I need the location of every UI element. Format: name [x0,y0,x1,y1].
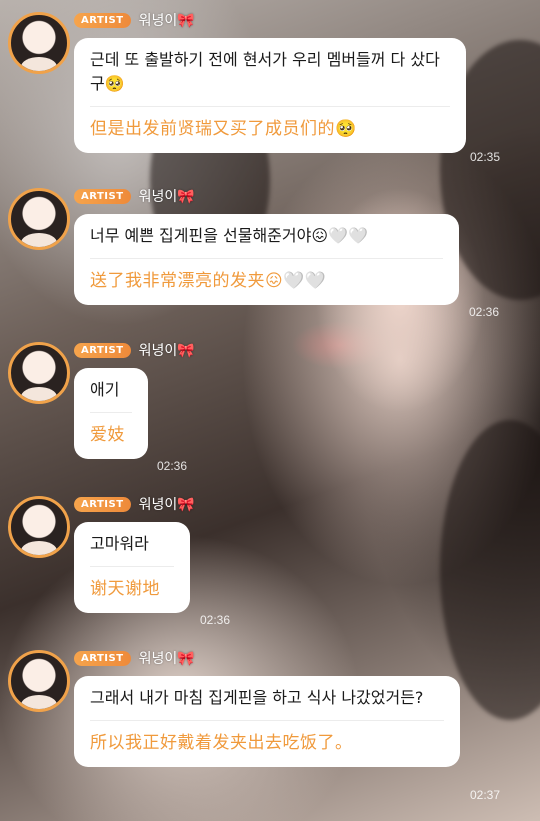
sender-line: ARTIST 워녕이🎀 [74,494,195,514]
sender-line: ARTIST 워녕이🎀 [74,340,195,360]
sender-line: ARTIST 워녕이🎀 [74,186,195,206]
sender-name[interactable]: 워녕이🎀 [139,340,195,360]
timestamp: 02:36 [200,613,231,627]
avatar[interactable] [8,496,70,558]
artist-badge: ARTIST [74,12,131,28]
sender-name[interactable]: 워녕이🎀 [139,494,195,514]
timestamp: 02:37 [470,788,501,802]
artist-badge: ARTIST [74,496,131,512]
message-text-translation: 谢天谢地 [90,579,160,599]
message-bubble[interactable]: 고마워라 谢天谢地 [74,522,190,613]
sender-name[interactable]: 워녕이🎀 [139,186,195,206]
sender-line: ARTIST 워녕이🎀 [74,648,195,668]
message-text-korean: 근데 또 출발하기 전에 현서가 우리 멤버들꺼 다 샀다구🥺 [90,50,440,93]
message-text-translation: 送了我非常漂亮的发夹😖🤍🤍 [90,271,327,291]
avatar[interactable] [8,342,70,404]
timestamp: 02:35 [470,150,501,164]
message-text-korean: 그래서 내가 마침 집게핀을 하고 식사 나갔었거든? [90,688,424,707]
artist-badge: ARTIST [74,650,131,666]
message-text-translation: 但是出发前贤瑞又买了成员们的🥺 [90,119,357,139]
message-text-korean: 너무 예쁜 집게핀을 선물해준거야😖🤍🤍 [90,226,368,245]
artist-badge: ARTIST [74,342,131,358]
avatar[interactable] [8,12,70,74]
message-text-translation: 所以我正好戴着发夹出去吃饭了。 [90,733,353,753]
message-bubble[interactable]: 그래서 내가 마침 집게핀을 하고 식사 나갔었거든? 所以我正好戴着发夹出去吃… [74,676,460,767]
sender-name[interactable]: 워녕이🎀 [139,648,195,668]
message-text-korean: 애기 [90,380,120,399]
artist-badge: ARTIST [74,188,131,204]
sender-name[interactable]: 워녕이🎀 [139,10,195,30]
timestamp: 02:36 [157,459,188,473]
sender-line: ARTIST 워녕이🎀 [74,10,195,30]
message-bubble[interactable]: 근데 또 출발하기 전에 현서가 우리 멤버들꺼 다 샀다구🥺 但是出发前贤瑞又… [74,38,466,153]
avatar[interactable] [8,188,70,250]
message-text-korean: 고마워라 [90,534,149,553]
message-text-translation: 爱妓 [90,425,125,445]
timestamp: 02:36 [469,305,500,319]
message-bubble[interactable]: 애기 爱妓 [74,368,148,459]
avatar[interactable] [8,650,70,712]
message-bubble[interactable]: 너무 예쁜 집게핀을 선물해준거야😖🤍🤍 送了我非常漂亮的发夹😖🤍🤍 [74,214,459,305]
